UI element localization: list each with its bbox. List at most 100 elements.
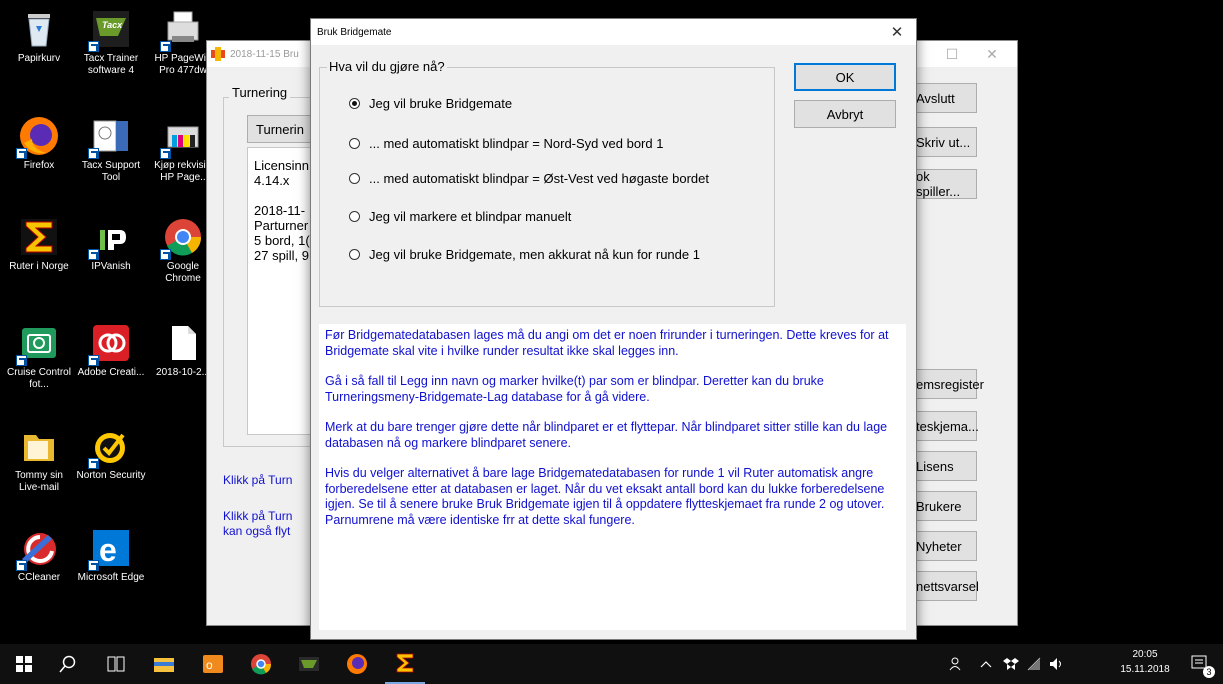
dropbox-icon[interactable] (1000, 644, 1022, 684)
svg-text:e: e (99, 532, 117, 568)
info-line: 2018-11- (254, 203, 306, 218)
adobe-cc-icon (88, 322, 132, 366)
file-explorer-icon (154, 658, 174, 672)
ipvanish-icon (88, 216, 132, 260)
chrome-icon (251, 654, 272, 675)
option-label: Jeg vil bruke Bridgemate, men akkurat nå… (369, 247, 700, 262)
help-paragraph: Hvis du velger alternativet å bare lage … (325, 466, 885, 527)
skriv-ut-button[interactable]: Skriv ut... (907, 127, 977, 157)
desktop: Papirkurv Firefox Ruter i Norge Cruise C… (0, 0, 1223, 644)
search-icon (59, 655, 76, 673)
radio-button[interactable] (349, 138, 360, 149)
chrome-icon (160, 216, 204, 260)
task-view-button[interactable] (96, 644, 136, 684)
info-line (254, 188, 310, 203)
search-button[interactable] (48, 644, 88, 684)
taskbar-chrome[interactable] (241, 644, 281, 684)
info-line: 27 spill, 9 (254, 248, 309, 263)
hp-supplies-icon (160, 115, 204, 159)
clock-time: 20:05 (1132, 649, 1158, 660)
close-icon[interactable]: ✕ (972, 41, 1012, 67)
desktop-icon-firefox[interactable]: Firefox (4, 115, 74, 172)
clock[interactable]: 20:05 15.11.2018 (1115, 647, 1175, 677)
option-blindpar-nord-syd[interactable]: ... med automatiskt blindpar = Nord-Syd … (349, 136, 663, 151)
ok-button[interactable]: OK (794, 63, 896, 91)
document-icon (162, 322, 204, 364)
turnering-group-label: Turnering (229, 85, 291, 100)
option-round-1-only[interactable]: Jeg vil bruke Bridgemate, men akkurat nå… (349, 247, 700, 262)
taskbar-ruter[interactable] (385, 644, 425, 684)
taskbar-outlook[interactable]: o (193, 644, 233, 684)
nettsvarsel-button[interactable]: nettsvarsel (907, 571, 979, 601)
radio-button[interactable] (349, 249, 360, 260)
desktop-icon-tacx-support[interactable]: Tacx Support Tool (76, 115, 146, 184)
desktop-icon-label: Firefox (23, 160, 55, 171)
hint-text: Klikk på Turn (223, 473, 293, 487)
desktop-icon-label: Adobe Creati... (77, 367, 145, 378)
lisens-button[interactable]: Lisens (907, 451, 977, 481)
action-center[interactable]: 3 (1183, 644, 1217, 684)
desktop-icon-adobe[interactable]: Adobe Creati... (76, 322, 146, 379)
help-paragraph: Gå i så fall til Legg inn navn og marker… (325, 374, 824, 404)
radio-button[interactable] (349, 98, 360, 109)
desktop-icon-folder[interactable]: Tommy sin Live-mail (4, 425, 74, 494)
taskbar-file-explorer[interactable] (144, 644, 184, 684)
choice-group-label: Hva vil du gjøre nå? (327, 59, 447, 74)
norton-icon (88, 425, 132, 469)
avslutt-button[interactable]: Avslutt (907, 83, 977, 113)
nyheter-button[interactable]: Nyheter (907, 531, 977, 561)
desktop-icon-norton[interactable]: Norton Security (76, 425, 146, 482)
desktop-icon-label: Papirkurv (17, 53, 61, 64)
info-line: Licensinn (254, 158, 309, 173)
svg-text:Tacx: Tacx (102, 20, 123, 30)
desktop-icon-label: Tommy sin Live-mail (15, 470, 63, 493)
desktop-icon-ruter[interactable]: Ruter i Norge (4, 216, 74, 273)
wifi-icon[interactable] (1023, 644, 1045, 684)
close-icon[interactable]: ✕ (882, 19, 912, 45)
desktop-icon-recycle-bin[interactable]: Papirkurv (4, 8, 74, 65)
ruter-app-icon (211, 47, 225, 61)
taskbar-tacx[interactable] (289, 644, 329, 684)
radio-button[interactable] (349, 173, 360, 184)
medlemsregister-button[interactable]: emsregister (907, 369, 984, 399)
help-paragraph: Merk at du bare trenger gjøre dette når … (325, 420, 888, 450)
task-view-icon (107, 656, 125, 672)
desktop-icon-tacx[interactable]: Tacx Tacx Trainer software 4 (76, 8, 146, 77)
option-blindpar-ost-vest[interactable]: ... med automatiskt blindpar = Øst-Vest … (349, 171, 709, 186)
printer-icon (160, 8, 204, 52)
dialog-title: Bruk Bridgemate (311, 19, 916, 45)
option-label: ... med automatiskt blindpar = Nord-Syd … (369, 136, 664, 151)
tacx-icon: Tacx (88, 8, 132, 52)
option-use-bridgemate[interactable]: Jeg vil bruke Bridgemate (349, 96, 512, 111)
chevron-up-icon[interactable] (975, 644, 997, 684)
ccleaner-icon (16, 527, 60, 571)
maximize-icon[interactable]: ☐ (932, 41, 972, 67)
notification-badge: 3 (1203, 666, 1215, 678)
taskbar-firefox[interactable] (337, 644, 377, 684)
brukere-button[interactable]: Brukere (907, 491, 977, 521)
sok-spiller-button[interactable]: ok spiller... (907, 169, 977, 199)
option-manual-blindpar[interactable]: Jeg vil markere et blindpar manuelt (349, 209, 571, 224)
desktop-icon-camera[interactable]: Cruise Control fot... (4, 322, 74, 391)
desktop-icon-label: Microsoft Edge (77, 572, 145, 583)
radio-button[interactable] (349, 211, 360, 222)
start-button[interactable] (4, 644, 44, 684)
option-label: Jeg vil bruke Bridgemate (369, 96, 513, 111)
volume-icon[interactable] (1046, 644, 1068, 684)
desktop-icon-label: Tacx Trainer software 4 (83, 53, 139, 76)
svg-text:o: o (206, 658, 213, 672)
cancel-button[interactable]: Avbryt (794, 100, 896, 128)
desktop-icon-label: Ruter i Norge (9, 261, 69, 272)
turnering-button[interactable]: Turnerin (247, 115, 317, 143)
desktop-icon-ccleaner[interactable]: CCleaner (4, 527, 74, 584)
desktop-icon-label: Cruise Control fot... (7, 367, 71, 390)
people-icon[interactable] (944, 644, 970, 684)
camera-icon (16, 322, 60, 366)
desktop-icon-ipvanish[interactable]: IPVanish (76, 216, 146, 273)
flytteskjema-button[interactable]: teskjema... (907, 411, 979, 441)
desktop-icon-edge[interactable]: e Microsoft Edge (76, 527, 146, 584)
ruter-icon (18, 216, 60, 258)
folder-icon (18, 425, 60, 467)
info-line: 5 bord, 1( (254, 233, 310, 248)
help-text-box: Før Bridgematedatabasen lages må du angi… (319, 324, 906, 630)
